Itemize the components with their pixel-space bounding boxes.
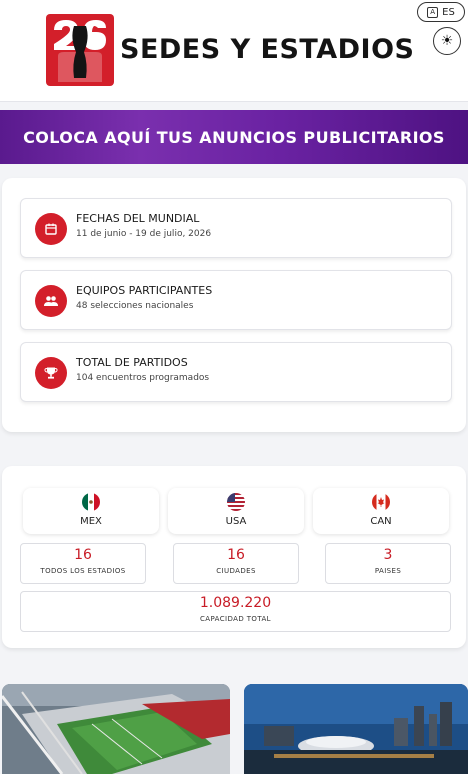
stat-value: 1.089.220 <box>199 595 272 611</box>
info-card-subtitle: 48 selecciones nacionales <box>76 301 194 311</box>
language-selector[interactable]: A ES <box>417 2 465 22</box>
stat-cities[interactable]: 16 CIUDADES <box>173 543 299 584</box>
stadium-card-image-vancouver[interactable] <box>244 684 468 774</box>
info-card-dates: FECHAS DEL MUNDIAL 11 de junio - 19 de j… <box>20 198 452 258</box>
country-tab-mex[interactable]: MEX <box>23 488 159 534</box>
trophy-icon <box>35 357 67 389</box>
info-card-title: TOTAL DE PARTIDOS <box>76 356 188 369</box>
country-tab-can[interactable]: CAN <box>313 488 449 534</box>
ad-banner[interactable]: COLOCA AQUÍ TUS ANUNCIOS PUBLICITARIOS <box>0 110 468 164</box>
stat-label: CAPACIDAD TOTAL <box>200 615 271 623</box>
stadium-card-image-toronto[interactable] <box>2 684 230 774</box>
stat-label: CIUDADES <box>216 567 256 575</box>
info-card-title: EQUIPOS PARTICIPANTES <box>76 284 213 297</box>
teams-icon <box>35 285 67 317</box>
usa-flag-icon <box>227 493 245 511</box>
stat-label: TODOS LOS ESTADIOS <box>40 567 126 575</box>
country-code: CAN <box>370 516 392 527</box>
country-code: USA <box>225 516 247 527</box>
stat-value: 3 <box>383 547 393 563</box>
world-cup-2026-logo[interactable] <box>44 12 116 88</box>
canada-flag-icon <box>372 493 390 511</box>
theme-toggle-button[interactable]: ☀ <box>433 27 461 55</box>
language-code: ES <box>442 6 455 18</box>
ad-banner-text: COLOCA AQUÍ TUS ANUNCIOS PUBLICITARIOS <box>23 127 445 147</box>
mexico-flag-icon <box>82 493 100 511</box>
stat-countries[interactable]: 3 PAISES <box>325 543 451 584</box>
stat-value: 16 <box>74 547 92 563</box>
info-card-matches: TOTAL DE PARTIDOS 104 encuentros program… <box>20 342 452 402</box>
site-header: SEDES Y ESTADIOS A ES ☀ <box>0 0 468 102</box>
venues-summary-section: MEX USA CAN 16 TODOS LOS ESTADIOS 16 CIU… <box>2 466 466 648</box>
info-card-subtitle: 11 de junio - 19 de julio, 2026 <box>76 229 212 239</box>
info-card-title: FECHAS DEL MUNDIAL <box>76 212 200 225</box>
translate-icon: A <box>427 6 439 18</box>
stat-stadiums[interactable]: 16 TODOS LOS ESTADIOS <box>20 543 146 584</box>
country-tab-usa[interactable]: USA <box>168 488 304 534</box>
calendar-icon <box>35 213 67 245</box>
stat-value: 16 <box>227 547 245 563</box>
info-card-subtitle: 104 encuentros programados <box>76 373 210 383</box>
country-code: MEX <box>80 516 102 527</box>
info-card-teams: EQUIPOS PARTICIPANTES 48 selecciones nac… <box>20 270 452 330</box>
page-title: SEDES Y ESTADIOS <box>120 34 415 65</box>
stat-label: PAISES <box>374 567 402 575</box>
tournament-info-section: FECHAS DEL MUNDIAL 11 de junio - 19 de j… <box>2 178 466 432</box>
stat-capacity: 1.089.220 CAPACIDAD TOTAL <box>20 591 451 632</box>
sun-icon: ☀ <box>440 33 454 49</box>
